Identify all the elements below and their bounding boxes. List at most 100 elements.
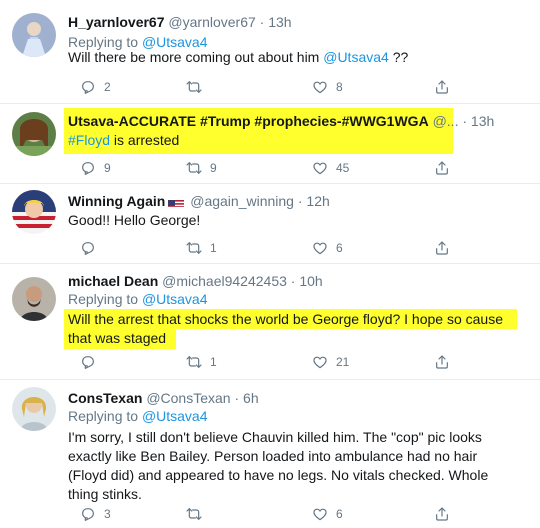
tweet-text: #Floyd is arrested [68,131,508,150]
hashtag-link[interactable]: #Floyd [68,132,110,148]
like-count: 8 [336,80,343,94]
retweet-button[interactable]: 9 [186,159,217,177]
like-count: 21 [336,355,350,369]
share-button[interactable] [434,159,450,177]
retweet-icon [186,81,202,93]
handle[interactable]: @ConsTexan [146,390,230,406]
display-name[interactable]: Winning Again [68,193,165,209]
share-button[interactable] [434,505,450,523]
tweet[interactable]: Winning Again @again_winning · 12h Good!… [0,183,540,264]
retweet-icon [186,242,202,254]
retweet-icon [186,508,202,520]
tweet-actions: 9 9 45 [68,159,488,177]
handle[interactable]: @michael94242453 [162,273,287,289]
timestamp[interactable]: 10h [299,273,322,289]
like-button[interactable]: 8 [312,78,343,96]
reply-icon [82,81,94,94]
like-icon [313,242,327,255]
reply-button[interactable] [80,353,104,371]
share-button[interactable] [434,239,450,257]
share-button[interactable] [434,78,450,96]
avatar[interactable] [12,190,56,234]
like-icon [313,356,327,369]
share-icon [436,507,448,521]
display-name[interactable]: H_yarnlover67 [68,14,165,30]
replying-to: Replying to @Utsava4 [68,289,208,309]
avatar[interactable] [12,112,56,156]
tweet-header: Winning Again @again_winning · 12h [68,191,528,211]
like-button[interactable]: 21 [312,353,349,371]
like-count: 6 [336,241,343,255]
tweet-header: H_yarnlover67 @yarnlover67 · 13h [68,12,528,32]
replying-to: Replying to @Utsava4 [68,406,208,426]
reply-icon [82,508,94,521]
avatar[interactable] [12,387,56,431]
tweet-actions: 3 6 [68,505,488,523]
retweet-count: 1 [210,241,217,255]
handle[interactable]: @... [433,113,459,129]
separator: · [290,273,296,289]
reply-icon [82,242,94,255]
text-line: that was staged [68,330,167,346]
tweet-text: I'm sorry, I still don't believe Chauvin… [68,429,489,502]
tweet[interactable]: H_yarnlover67 @yarnlover67 · 13h Replyin… [0,0,540,104]
tweet-actions: 1 6 [68,239,488,257]
separator: · [234,390,240,406]
retweet-count: 9 [210,161,217,175]
retweet-icon [186,356,202,368]
share-button[interactable] [434,353,450,371]
reply-button[interactable]: 9 [80,159,111,177]
replying-label: Replying to [68,291,139,307]
timestamp[interactable]: 13h [268,14,291,30]
mention-link[interactable]: @Utsava4 [323,49,389,65]
separator: · [462,113,468,129]
retweet-button[interactable] [186,78,210,96]
reply-button[interactable]: 3 [80,505,111,523]
reply-button[interactable] [80,239,104,257]
timestamp[interactable]: 6h [243,390,259,406]
us-flag-icon [168,196,185,207]
text-part: Will there be more coming out about him [68,49,324,65]
tweet[interactable]: michael Dean @michael94242453 · 10h Repl… [0,263,540,380]
like-button[interactable]: 45 [312,159,349,177]
reply-icon [82,162,94,175]
share-icon [436,241,448,255]
avatar[interactable] [12,277,56,321]
display-name[interactable]: ConsTexan [68,390,142,406]
share-icon [436,161,448,175]
mention-link[interactable]: @Utsava4 [142,291,208,307]
retweet-icon [186,162,202,174]
tweet-header: ConsTexan @ConsTexan · 6h [68,388,528,408]
text-line: Will the arrest that shocks the world be… [68,311,504,327]
separator: · [259,14,265,30]
retweet-button[interactable]: 1 [186,239,217,257]
tweet[interactable]: ConsTexan @ConsTexan · 6h Replying to @U… [0,379,540,528]
timestamp[interactable]: 12h [306,193,329,209]
handle[interactable]: @yarnlover67 [168,14,255,30]
avatar[interactable] [12,13,56,57]
text-part: ?? [388,49,409,65]
like-button[interactable]: 6 [312,505,343,523]
separator: · [297,193,303,209]
retweet-button[interactable] [186,505,210,523]
tweet-text: Will the arrest that shocks the world be… [68,310,508,348]
like-count: 6 [336,507,343,521]
display-name[interactable]: michael Dean [68,273,158,289]
tweet-actions: 2 8 [68,78,488,96]
replying-label: Replying to [68,408,139,424]
reply-count: 9 [104,161,111,175]
retweet-button[interactable]: 1 [186,353,217,371]
tweet[interactable]: Utsava-ACCURATE #Trump #prophecies-#WWG1… [0,103,540,184]
mention-link[interactable]: @Utsava4 [142,408,208,424]
reply-button[interactable]: 2 [80,78,111,96]
timestamp[interactable]: 13h [471,113,494,129]
tweet-header: michael Dean @michael94242453 · 10h [68,271,528,291]
text-part: is arrested [110,132,180,148]
handle[interactable]: @again_winning [190,193,294,209]
like-button[interactable]: 6 [312,239,343,257]
reply-feed: H_yarnlover67 @yarnlover67 · 13h Replyin… [0,0,540,528]
share-icon [436,80,448,94]
display-name[interactable]: Utsava-ACCURATE #Trump #prophecies-#WWG1… [68,113,429,129]
like-icon [313,508,327,521]
tweet-text: Good!! Hello George! [68,212,201,228]
